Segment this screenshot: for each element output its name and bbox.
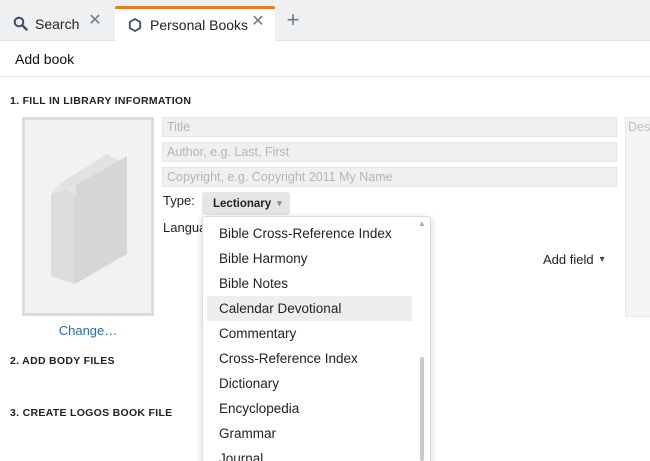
dropdown-item[interactable]: Dictionary: [207, 371, 412, 396]
section-title-body-files: 2. ADD BODY FILES: [10, 355, 115, 367]
add-field-button[interactable]: Add field ▾: [543, 252, 605, 267]
description-placeholder: Des: [628, 120, 650, 134]
dropdown-item[interactable]: Bible Cross-Reference Index: [207, 221, 412, 246]
panel-title: Add book: [15, 51, 75, 67]
book-cover-placeholder: [22, 117, 154, 316]
type-dropdown-menu[interactable]: Bible Cross-Reference Index Bible Harmon…: [202, 216, 431, 461]
dropdown-item[interactable]: Cross-Reference Index: [207, 346, 412, 371]
dropdown-item[interactable]: Bible Harmony: [207, 246, 412, 271]
add-field-label: Add field: [543, 252, 594, 267]
author-field[interactable]: [162, 142, 617, 162]
dropdown-item[interactable]: Bible Notes: [207, 271, 412, 296]
search-icon: [12, 16, 28, 32]
dropdown-item[interactable]: Journal: [207, 446, 412, 461]
book-icon: [51, 154, 127, 284]
hexagon-icon: [127, 17, 143, 33]
dropdown-item-highlighted[interactable]: Calendar Devotional: [207, 296, 412, 321]
panel-header: Add book: [0, 41, 650, 77]
add-tab-button[interactable]: +: [283, 9, 303, 31]
type-selected-value: Lectionary: [213, 197, 272, 210]
chevron-down-icon: ▾: [277, 198, 282, 208]
tab-search-label: Search: [35, 15, 80, 32]
copyright-field[interactable]: [162, 167, 617, 187]
close-icon[interactable]: ✕: [251, 14, 265, 30]
type-select[interactable]: Lectionary ▾: [202, 192, 290, 215]
tab-personal-books-label: Personal Books: [150, 17, 249, 33]
close-icon[interactable]: ✕: [88, 13, 102, 29]
tab-search[interactable]: Search ✕: [0, 6, 112, 41]
title-field[interactable]: [162, 117, 617, 137]
section-title-library-info: 1. FILL IN LIBRARY INFORMATION: [10, 95, 192, 107]
language-label: Language:: [163, 220, 205, 235]
scroll-up-arrow-icon[interactable]: ▲: [418, 219, 426, 228]
dropdown-item[interactable]: Grammar: [207, 421, 412, 446]
dropdown-item[interactable]: Commentary: [207, 321, 412, 346]
tab-bar: Search ✕ Personal Books ✕ +: [0, 0, 650, 41]
dropdown-scrollbar[interactable]: [420, 357, 424, 461]
section-title-create-book: 3. CREATE LOGOS BOOK FILE: [10, 407, 173, 419]
chevron-down-icon: ▾: [599, 254, 605, 265]
dropdown-item[interactable]: Encyclopedia: [207, 396, 412, 421]
description-field[interactable]: [625, 117, 650, 317]
change-cover-link[interactable]: Change…: [22, 323, 154, 338]
type-label: Type:: [163, 193, 195, 208]
tab-personal-books[interactable]: Personal Books ✕: [115, 6, 275, 41]
